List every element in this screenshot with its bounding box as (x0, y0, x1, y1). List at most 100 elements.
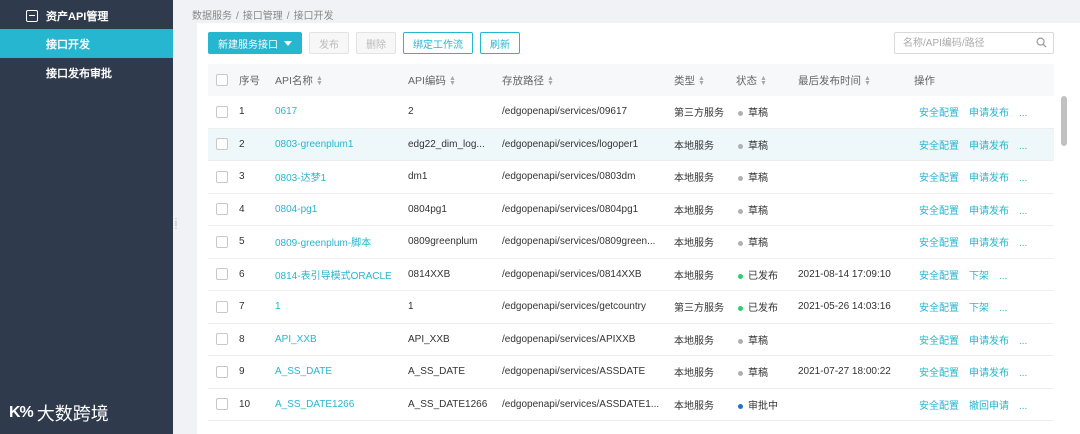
row-action-link[interactable]: 下架 (969, 303, 989, 314)
more-actions-icon[interactable]: ... (999, 271, 1007, 282)
row-action-link[interactable]: 申请发布 (969, 336, 1009, 347)
row-checkbox[interactable] (216, 203, 228, 216)
more-actions-icon[interactable]: ... (1019, 206, 1027, 217)
sort-icon[interactable]: ▲ ▼ (316, 75, 323, 87)
search-icon[interactable] (1036, 37, 1047, 48)
api-name-link[interactable]: 0809-greenplum-脚本 (275, 234, 371, 249)
api-name-link[interactable]: A_SS_DATE1266 (275, 399, 354, 410)
table-row[interactable]: 4 0804-pg1 0804pg1/edgopenapi/services/080… (208, 194, 1054, 226)
table-row[interactable]: 5 0809-greenplum-脚本 0809greenplum/edgopena… (208, 226, 1054, 259)
header-type[interactable]: 类型 ▲ ▼ (674, 73, 705, 88)
header-path[interactable]: 存放路径 ▲ ▼ (502, 73, 554, 88)
header-status[interactable]: 状态 ▲ ▼ (736, 73, 767, 88)
status-dot (738, 273, 743, 279)
security-config-link[interactable]: 安全配置 (919, 173, 959, 184)
table-row[interactable]: 9 A_SS_DATE A_SS_DATE/edgopenapi/services/… (208, 356, 1054, 389)
row-action-link[interactable]: 申请发布 (969, 238, 1009, 249)
security-config-link[interactable]: 安全配置 (919, 336, 959, 347)
row-index: 1 (239, 106, 245, 118)
sidebar-item-api-approval[interactable]: 接口发布审批 (0, 58, 173, 87)
row-checkbox[interactable] (216, 398, 228, 411)
status-badge: 已发布 (738, 267, 778, 282)
api-name-link[interactable]: 0804-pg1 (275, 204, 317, 215)
more-actions-icon[interactable]: ... (1019, 336, 1027, 347)
api-name-link[interactable]: 0617 (275, 106, 297, 117)
sort-icon[interactable]: ▲ ▼ (449, 75, 456, 87)
more-actions-icon[interactable]: ... (1019, 368, 1027, 379)
row-checkbox[interactable] (216, 300, 228, 313)
sort-icon[interactable]: ▲ ▼ (864, 75, 871, 87)
row-checkbox[interactable] (216, 333, 228, 346)
more-actions-icon[interactable]: ... (1019, 141, 1027, 152)
security-config-link[interactable]: 安全配置 (919, 108, 959, 119)
sidebar-item-asset-api[interactable]: 资产API管理 (0, 1, 173, 30)
table-row[interactable]: 6 0814-表引导模式ORACLE 0814XXB/edgopenapi/serv… (208, 259, 1054, 291)
api-name-link[interactable]: 0814-表引导模式ORACLE (275, 267, 392, 282)
security-config-link[interactable]: 安全配置 (919, 368, 959, 379)
table-row[interactable]: 2 0803-greenplum1 edg22_dim_log... /edgopen… (208, 128, 1054, 161)
row-action-link[interactable]: 申请发布 (969, 173, 1009, 184)
sort-icon[interactable]: ▲ ▼ (698, 75, 705, 87)
table-row[interactable]: 3 0803-达梦1 dm1/edgopenapi/services/0803dm 本… (208, 161, 1054, 194)
security-config-link[interactable]: 安全配置 (919, 141, 959, 152)
sidebar-resize-handle[interactable]: ⋮ ⋮ (172, 218, 180, 234)
status-badge: 草稿 (738, 202, 768, 217)
api-code: 1 (408, 301, 414, 313)
security-config-link[interactable]: 安全配置 (919, 206, 959, 217)
scrollbar-thumb[interactable] (1061, 96, 1067, 146)
search-input[interactable] (895, 34, 1030, 52)
header-api-code[interactable]: API编码 ▲ ▼ (408, 73, 456, 88)
bind-workflow-button[interactable]: 绑定工作流 (403, 32, 473, 54)
row-checkbox[interactable] (216, 170, 228, 183)
row-checkbox[interactable] (216, 268, 228, 281)
row-action-link[interactable]: 撤回申请 (969, 401, 1009, 412)
more-actions-icon[interactable]: ... (1019, 173, 1027, 184)
table-row[interactable]: 7 1 1/edgopenapi/services/getcountry 第三方服务 已… (208, 291, 1054, 324)
header-index: 序号 (239, 74, 260, 87)
table-row[interactable]: 10 A_SS_DATE1266 A_SS_DATE1266/edgopenapi/… (208, 389, 1054, 421)
api-name-link[interactable]: API_XXB (275, 334, 317, 345)
header-api-name[interactable]: API名称 ▲ ▼ (275, 73, 323, 88)
new-service-button[interactable]: 新建服务接口 (208, 32, 302, 54)
api-path: /edgopenapi/services/0803dm (502, 171, 636, 183)
status-text: 已发布 (748, 303, 778, 315)
header-label: 最后发布时间 (798, 74, 861, 87)
last-publish-time: 2021-08-14 17:09:10 (798, 268, 891, 280)
security-config-link[interactable]: 安全配置 (919, 238, 959, 249)
sidebar-item-api-dev[interactable]: 接口开发 (0, 29, 173, 58)
status-badge: 草稿 (738, 169, 768, 184)
header-ops: 操作 (914, 74, 935, 87)
row-checkbox[interactable] (216, 138, 228, 151)
more-actions-icon[interactable]: ... (1019, 238, 1027, 249)
more-actions-icon[interactable]: ... (1019, 401, 1027, 412)
security-config-link[interactable]: 安全配置 (919, 401, 959, 412)
security-config-link[interactable]: 安全配置 (919, 303, 959, 314)
api-name-link[interactable]: 0803-greenplum1 (275, 139, 353, 150)
header-last-publish-time[interactable]: 最后发布时间 ▲ ▼ (798, 73, 871, 88)
row-action-link[interactable]: 申请发布 (969, 141, 1009, 152)
breadcrumb-item-api-manage[interactable]: 接口管理 (243, 11, 283, 22)
sort-icon[interactable]: ▲ ▼ (547, 75, 554, 87)
api-name-link[interactable]: A_SS_DATE (275, 366, 332, 377)
sort-icon[interactable]: ▲ ▼ (760, 75, 767, 87)
more-actions-icon[interactable]: ... (1019, 108, 1027, 119)
refresh-button[interactable]: 刷新 (480, 32, 520, 54)
row-checkbox[interactable] (216, 365, 228, 378)
more-actions-icon[interactable]: ... (999, 303, 1007, 314)
breadcrumb-item-data-service[interactable]: 数据服务 (192, 11, 232, 22)
api-name-link[interactable]: 1 (275, 301, 281, 312)
row-action-link[interactable]: 申请发布 (969, 206, 1009, 217)
table-row[interactable]: 8 API_XXB API_XXB/edgopenapi/services/APIX… (208, 324, 1054, 356)
table-scrollbar[interactable] (1061, 96, 1067, 432)
security-config-link[interactable]: 安全配置 (919, 271, 959, 282)
row-action-link[interactable]: 下架 (969, 271, 989, 282)
api-name-link[interactable]: 0803-达梦1 (275, 169, 326, 184)
row-action-link[interactable]: 申请发布 (969, 108, 1009, 119)
row-action-link[interactable]: 申请发布 (969, 368, 1009, 379)
table-row[interactable]: 1 0617 2/edgopenapi/services/09617 第三方服务 草稿 安… (208, 96, 1054, 129)
row-checkbox[interactable] (216, 235, 228, 248)
delete-button[interactable]: 删除 (356, 32, 396, 54)
select-all-checkbox[interactable] (216, 74, 228, 86)
row-checkbox[interactable] (216, 105, 228, 118)
publish-button[interactable]: 发布 (309, 32, 349, 54)
